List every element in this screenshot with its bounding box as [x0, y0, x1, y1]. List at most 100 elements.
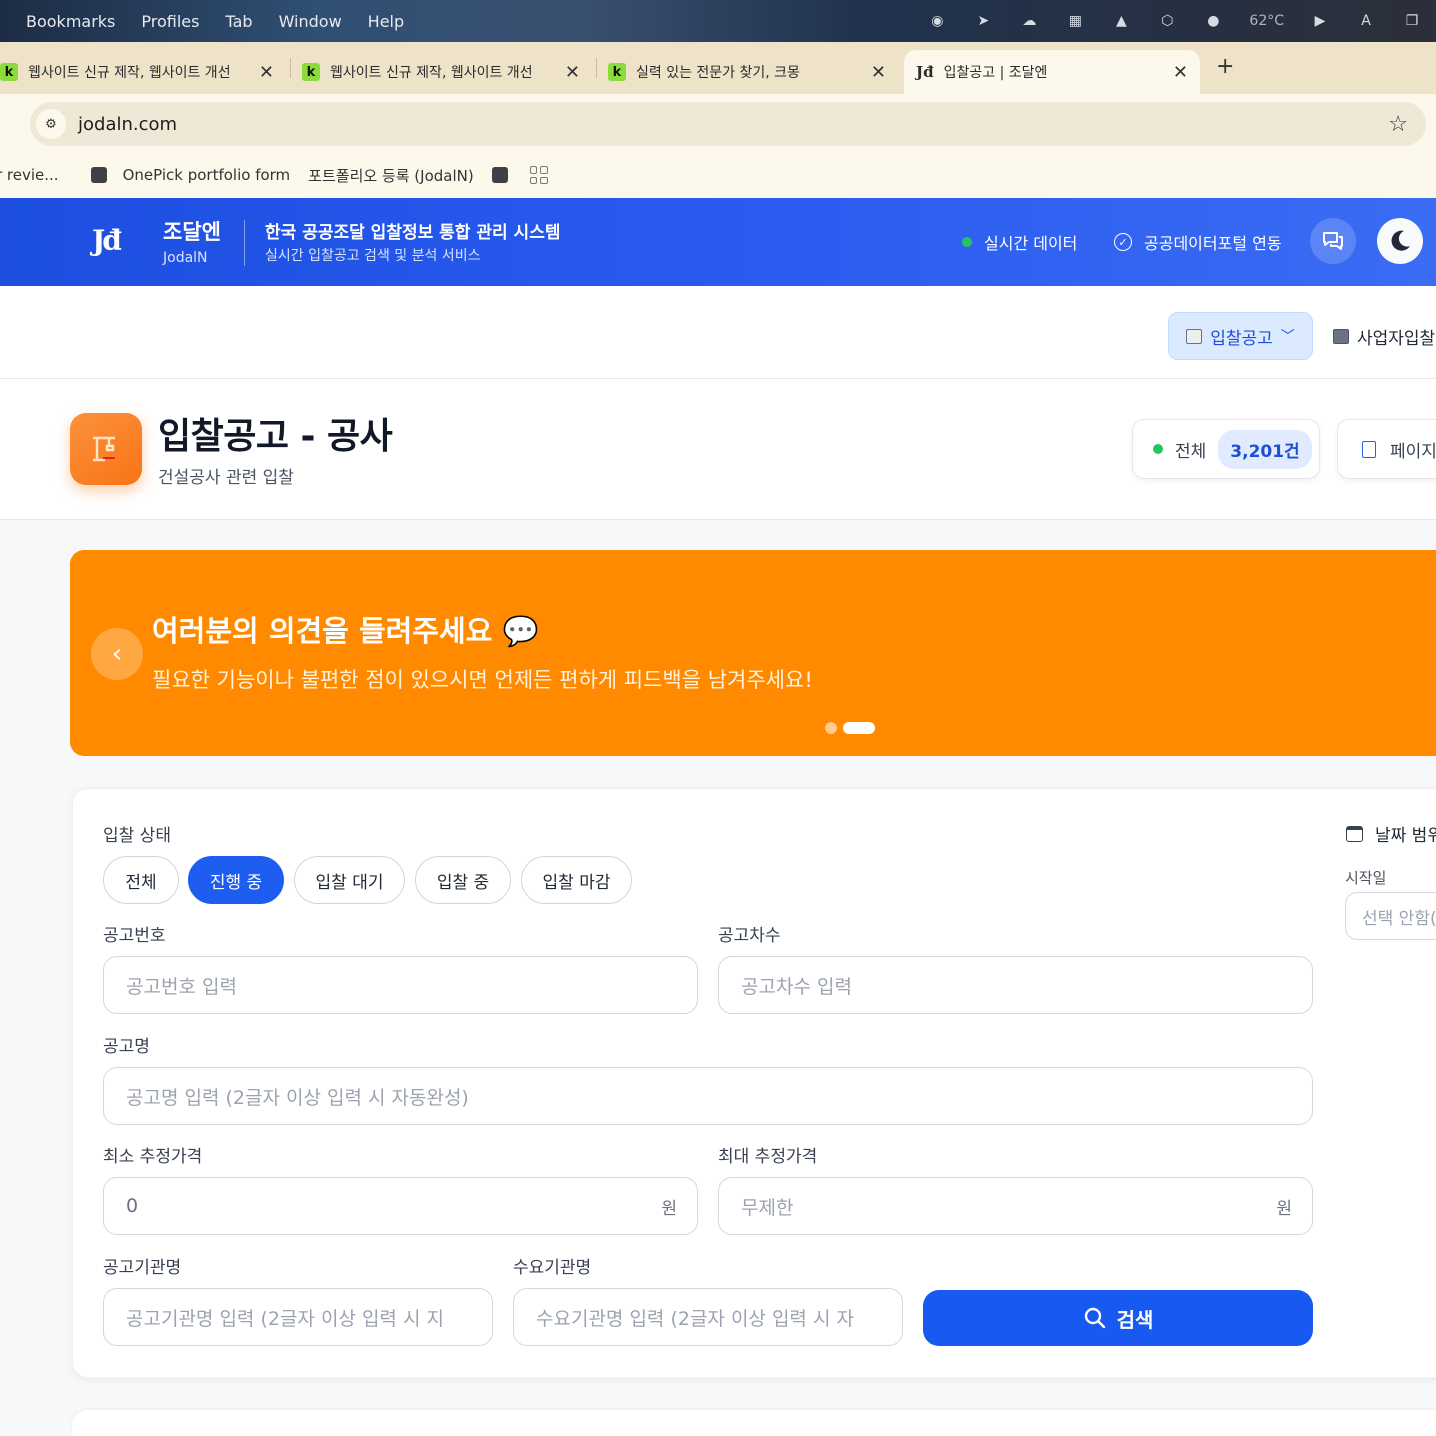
results-card — [72, 1410, 1436, 1436]
nav-business-bid[interactable]: 사업자입찰 — [1333, 324, 1435, 349]
portal-label: 공공데이터포털 연동 — [1144, 234, 1282, 253]
nav-bid-notice-label: 입찰공고 — [1210, 328, 1273, 349]
notice-name-input[interactable]: 공고명 입력 (2글자 이상 입력 시 자동완성) — [103, 1067, 1313, 1125]
menu-tab[interactable]: Tab — [225, 12, 252, 31]
chrome-icon[interactable]: ◉ — [927, 11, 947, 31]
menu-help[interactable]: Help — [368, 12, 404, 31]
status-filter-label: 입찰 상태 — [103, 826, 171, 846]
bookmarks-bar: r revie... OnePick portfolio form 포트폴리오 … — [0, 152, 1436, 198]
tab-title: 웹사이트 신규 제작, 웹사이트 개선 — [330, 65, 533, 81]
notice-no-input[interactable]: 공고번호 입력 — [103, 956, 698, 1014]
clipboard-icon — [1186, 328, 1203, 344]
menu-profiles[interactable]: Profiles — [141, 12, 199, 31]
building-icon — [1333, 329, 1349, 344]
currency-unit: 원 — [1276, 1198, 1292, 1219]
min-price-label: 최소 추정가격 — [103, 1147, 203, 1167]
banner-pagination — [825, 722, 875, 734]
close-icon[interactable]: ✕ — [1173, 62, 1188, 83]
jodaln-logo-icon[interactable]: Jđ — [92, 224, 130, 260]
total-count: 3,201건 — [1218, 429, 1312, 469]
status-chip-closed[interactable]: 입찰 마감 — [521, 856, 632, 904]
bookmark-portfolio[interactable]: 포트폴리오 등록 (JodalN) — [308, 165, 474, 186]
tab-kmong-3[interactable]: k 실력 있는 전문가 찾기, 크몽 ✕ — [608, 50, 898, 94]
status-chip-in-progress[interactable]: 진행 중 — [188, 856, 284, 904]
search-button[interactable]: 검색 — [923, 1290, 1313, 1346]
new-tab-button[interactable]: + — [1216, 54, 1234, 79]
nav-bid-notice-dropdown[interactable]: 입찰공고 ﹀ — [1168, 312, 1313, 360]
start-date-placeholder: 선택 안함(전 — [1362, 908, 1436, 929]
cloud-sync-icon[interactable]: ☁ — [1019, 11, 1039, 31]
feedback-button[interactable] — [1310, 218, 1356, 264]
demand-agency-input[interactable]: 수요기관명 입력 (2글자 이상 입력 시 자 — [513, 1288, 903, 1346]
status-dot-icon — [962, 237, 972, 247]
drive-icon[interactable]: ▲ — [1111, 11, 1131, 31]
agency-input[interactable]: 공고기관명 입력 (2글자 이상 입력 시 지 — [103, 1288, 493, 1346]
window-icon[interactable]: ❐ — [1402, 11, 1422, 31]
cube-icon[interactable]: ⬡ — [1157, 11, 1177, 31]
realtime-status: 실시간 데이터 — [962, 230, 1077, 254]
cpu-temperature[interactable]: 62°C — [1249, 13, 1284, 29]
tab-title: 입찰공고 | 조달엔 — [943, 65, 1048, 81]
total-count-badge: 전체 3,201건 — [1132, 419, 1320, 479]
status-chip-waiting[interactable]: 입찰 대기 — [294, 856, 405, 904]
input-source-icon[interactable]: A — [1356, 11, 1376, 31]
chat-notification-icon[interactable]: ● — [1203, 11, 1223, 31]
start-date-label: 시작일 — [1345, 869, 1387, 887]
brand-name: 조달엔 — [163, 220, 221, 244]
page-title: 입찰공고 - 공사 — [158, 416, 393, 457]
total-label: 전체 — [1175, 441, 1207, 462]
apps-grid-icon[interactable] — [529, 166, 548, 184]
moon-icon — [1391, 230, 1410, 251]
bookmark-folder-icon[interactable] — [491, 167, 508, 183]
tab-separator — [290, 58, 291, 78]
dark-mode-toggle[interactable] — [1377, 218, 1423, 264]
chat-bubbles-icon — [1323, 232, 1343, 250]
grid-app-icon[interactable]: ▦ — [1065, 11, 1085, 31]
tab-jodaln-active[interactable]: Jđ 입찰공고 | 조달엔 ✕ — [904, 50, 1200, 94]
close-icon[interactable]: ✕ — [259, 62, 274, 83]
bookmark-star-icon[interactable]: ☆ — [1388, 112, 1408, 137]
tab-separator — [596, 58, 597, 78]
url-text[interactable]: jodaln.com — [78, 114, 177, 135]
status-dot-icon — [1153, 444, 1163, 454]
site-settings-icon[interactable]: ⚙ — [36, 109, 66, 139]
feedback-banner: ‹ 여러분의 의견을 들려주세요 💬 필요한 기능이나 불편한 점이 있으시면 … — [70, 550, 1436, 756]
browser-toolbar: ⚙ jodaln.com ☆ — [0, 94, 1436, 152]
play-icon[interactable]: ▶ — [1310, 11, 1330, 31]
header-divider — [244, 220, 245, 266]
cursor-icon[interactable]: ➤ — [973, 11, 993, 31]
system-title: 한국 공공조달 입찰정보 통합 관리 시스템 — [265, 223, 561, 243]
calendar-icon — [1346, 825, 1363, 842]
menu-window[interactable]: Window — [279, 12, 342, 31]
notice-no-placeholder: 공고번호 입력 — [126, 975, 237, 998]
search-button-label: 검색 — [1116, 1307, 1154, 1332]
status-tray: ◉ ➤ ☁ ▦ ▲ ⬡ ● 62°C ▶ A ❐ — [927, 0, 1436, 42]
address-bar[interactable]: ⚙ jodaln.com ☆ — [30, 102, 1426, 146]
banner-prev-button[interactable]: ‹ — [91, 628, 143, 680]
notice-round-input[interactable]: 공고차수 입력 — [718, 956, 1313, 1014]
status-chip-all[interactable]: 전체 — [103, 856, 179, 904]
demand-agency-label: 수요기관명 — [513, 1258, 592, 1278]
notice-no-label: 공고번호 — [103, 926, 166, 946]
tab-title: 실력 있는 전문가 찾기, 크몽 — [636, 65, 800, 81]
tab-title: 웹사이트 신규 제작, 웹사이트 개선 — [28, 65, 231, 81]
bookmark-onepick[interactable]: OnePick portfolio form — [123, 166, 291, 184]
macos-menubar: Bookmarks Profiles Tab Window Help ◉ ➤ ☁… — [0, 0, 1436, 42]
banner-dot[interactable] — [825, 722, 837, 734]
banner-dot-active[interactable] — [843, 722, 875, 734]
bookmark-folder-icon[interactable] — [90, 167, 107, 183]
start-date-input[interactable]: 선택 안함(전 — [1345, 892, 1436, 940]
tab-kmong-1[interactable]: k 웹사이트 신규 제작, 웹사이트 개선 ✕ — [0, 50, 286, 94]
max-price-input[interactable]: 무제한 원 — [718, 1177, 1313, 1235]
portal-link-status: ✓ 공공데이터포털 연동 — [1114, 230, 1282, 254]
status-chip-bidding[interactable]: 입찰 중 — [415, 856, 511, 904]
chevron-left-icon: ‹ — [111, 639, 123, 669]
search-filter-card: 입찰 상태 전체 진행 중 입찰 대기 입찰 중 입찰 마감 공고번호 공고번호… — [72, 788, 1436, 1378]
menu-bookmarks[interactable]: Bookmarks — [26, 12, 115, 31]
tab-kmong-2[interactable]: k 웹사이트 신규 제작, 웹사이트 개선 ✕ — [302, 50, 592, 94]
close-icon[interactable]: ✕ — [871, 62, 886, 83]
close-icon[interactable]: ✕ — [565, 62, 580, 83]
min-price-input[interactable]: 0 원 — [103, 1177, 698, 1235]
document-icon — [1362, 440, 1376, 458]
bookmark-review[interactable]: r revie... — [0, 166, 59, 184]
